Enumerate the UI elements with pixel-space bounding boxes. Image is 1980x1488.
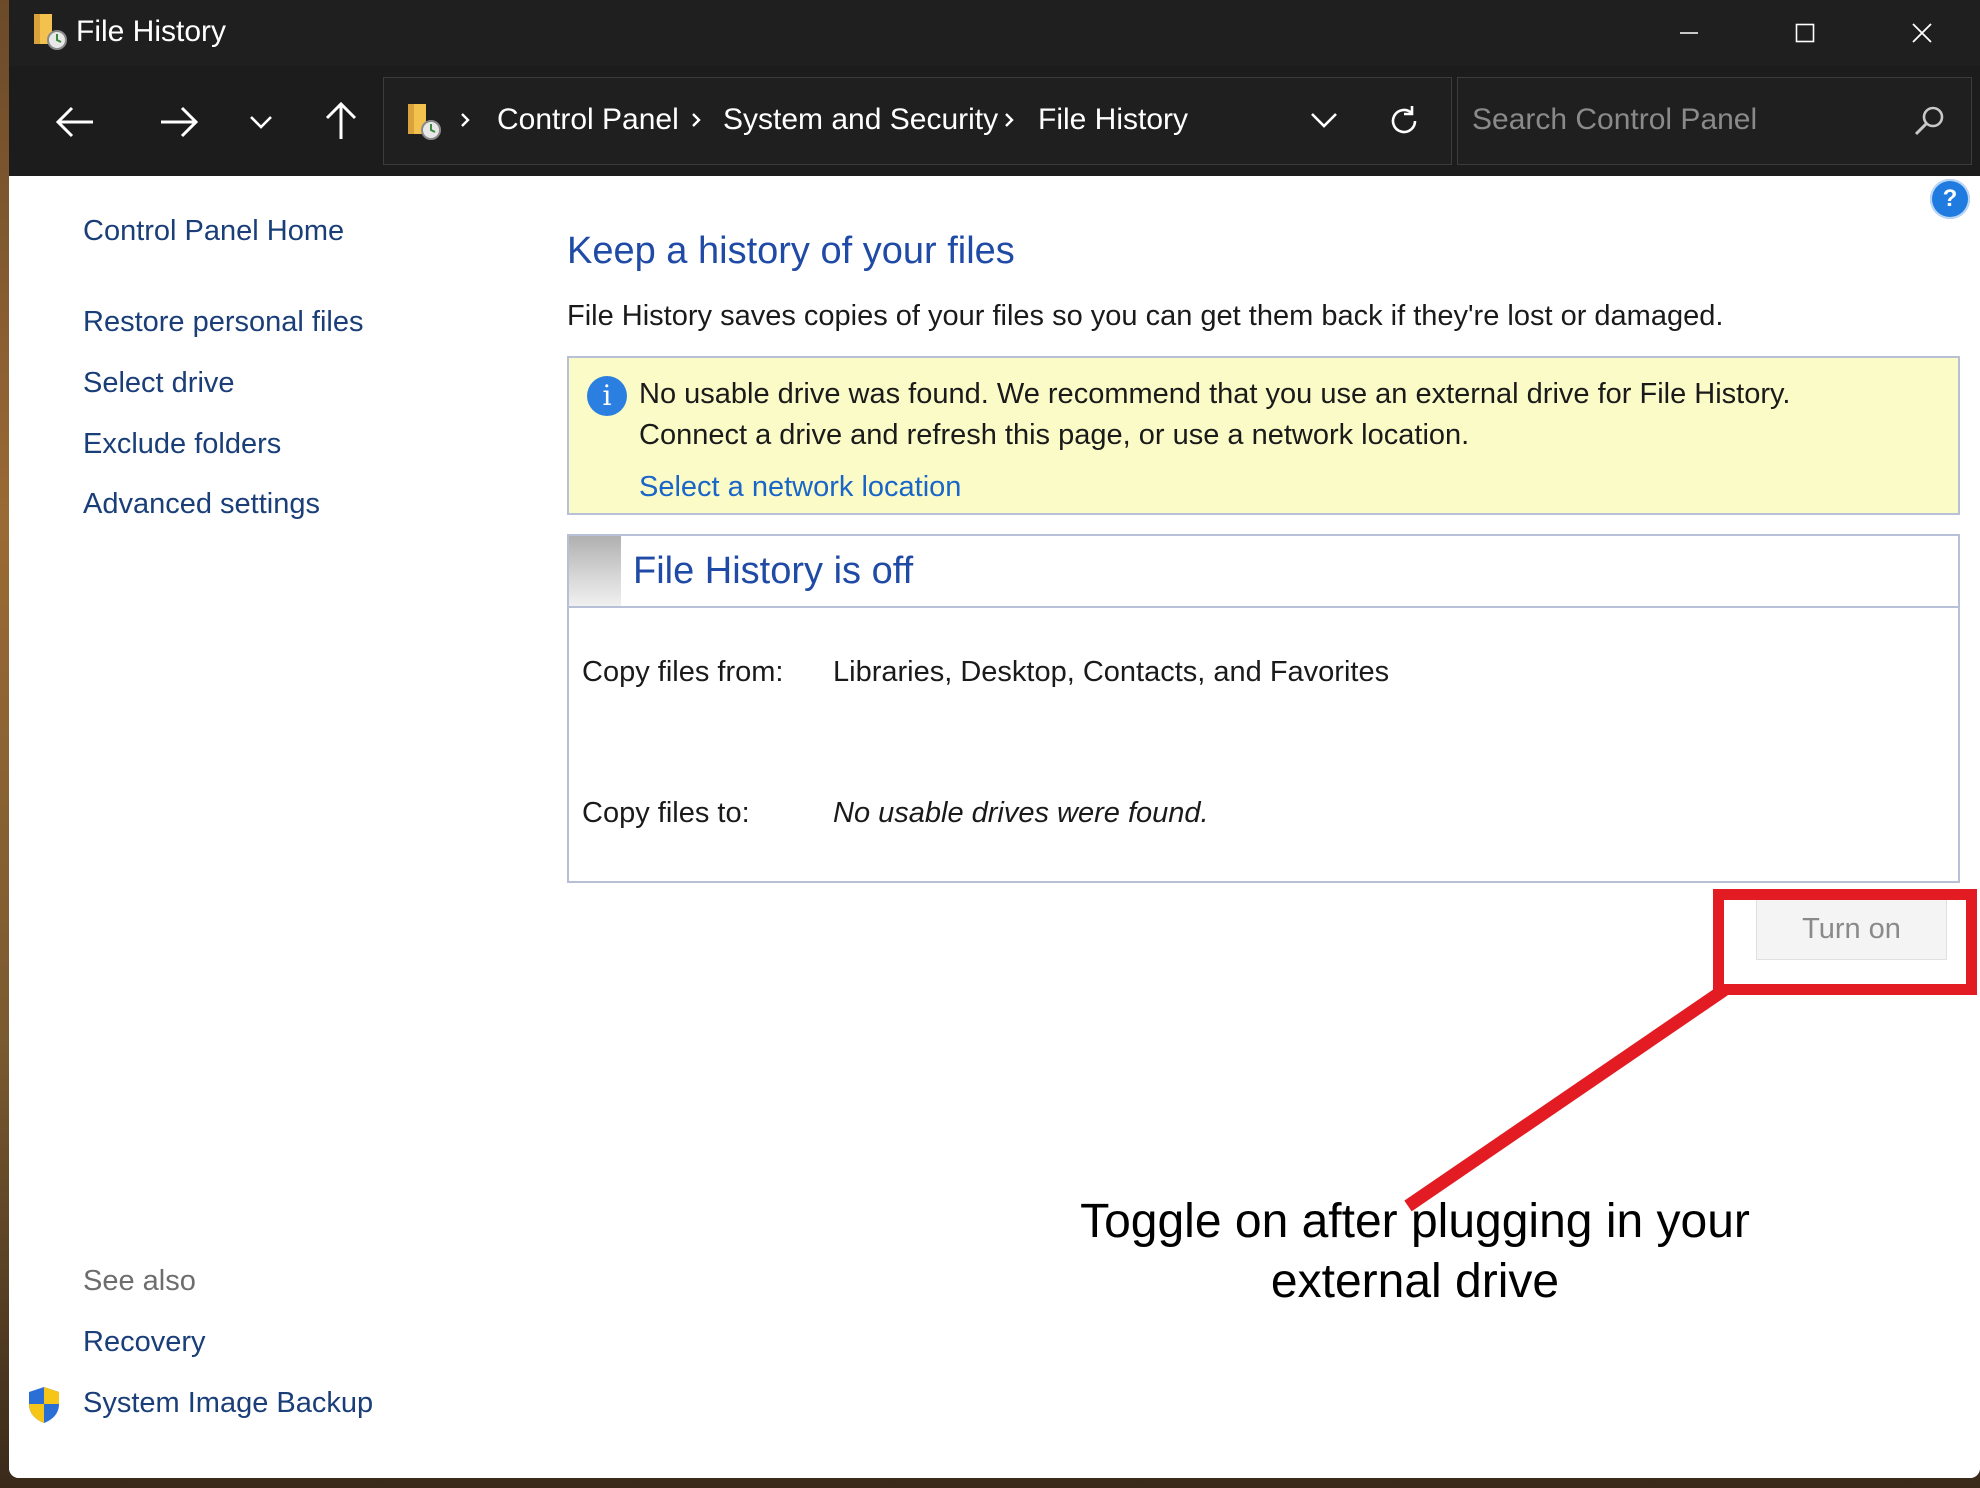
window-title: File History — [76, 15, 227, 48]
annotation-highlight-box — [1713, 889, 1977, 995]
chevron-right-icon — [1005, 113, 1014, 127]
sidebar-select-drive[interactable]: Select drive — [83, 365, 235, 401]
refresh-button[interactable] — [1379, 96, 1429, 146]
search-icon[interactable] — [1913, 104, 1947, 138]
uac-shield-icon — [29, 1387, 59, 1423]
info-message-line1: No usable drive was found. We recommend … — [639, 378, 1791, 410]
select-network-location-link[interactable]: Select a network location — [639, 469, 961, 505]
see-also-label: See also — [83, 1265, 196, 1297]
arrow-up-icon — [325, 101, 357, 139]
help-button[interactable]: ? — [1930, 179, 1970, 219]
status-indicator — [569, 536, 621, 606]
minimize-button[interactable] — [1631, 0, 1747, 66]
close-button[interactable] — [1864, 0, 1980, 66]
refresh-icon — [1391, 106, 1417, 134]
copy-from-label: Copy files from: — [582, 656, 784, 688]
breadcrumb-system-and-security[interactable]: System and Security — [723, 102, 998, 138]
maximize-button[interactable] — [1747, 0, 1863, 66]
chevron-right-icon — [692, 113, 701, 127]
maximize-icon — [1795, 23, 1815, 43]
sidebar-control-panel-home[interactable]: Control Panel Home — [83, 213, 344, 249]
annotation-line1: Toggle on after plugging in your — [1080, 1195, 1750, 1248]
up-button[interactable] — [311, 94, 371, 148]
status-title: File History is off — [633, 550, 914, 592]
copy-to-value: No usable drives were found. — [833, 797, 1209, 829]
back-button[interactable] — [45, 97, 105, 147]
page-description: File History saves copies of your files … — [567, 300, 1724, 332]
see-also-system-image-backup[interactable]: System Image Backup — [83, 1385, 373, 1421]
search-input[interactable]: Search Control Panel — [1472, 102, 1757, 138]
close-icon — [1912, 23, 1932, 43]
file-history-folder-icon — [408, 104, 441, 140]
navigation-bar: Control Panel System and Security File H… — [9, 66, 1980, 176]
chevron-right-icon — [461, 113, 470, 127]
address-bar[interactable]: Control Panel System and Security File H… — [383, 77, 1452, 165]
info-banner: i No usable drive was found. We recommen… — [567, 356, 1960, 515]
see-also-recovery[interactable]: Recovery — [83, 1324, 206, 1360]
page-title: Keep a history of your files — [567, 230, 1015, 272]
arrow-right-icon — [161, 106, 199, 138]
annotation-line2: external drive — [1270, 1255, 1560, 1308]
status-header: File History is off — [569, 536, 1958, 608]
title-bar: File History — [9, 0, 1980, 66]
recent-locations-button[interactable] — [241, 102, 281, 142]
file-history-status-panel: File History is off Copy files from: Lib… — [567, 534, 1960, 883]
address-dropdown-button[interactable] — [1304, 100, 1344, 140]
chevron-down-icon — [1311, 113, 1337, 128]
info-message-line2: Connect a drive and refresh this page, o… — [639, 419, 1470, 451]
search-box[interactable]: Search Control Panel — [1457, 77, 1972, 165]
arrow-left-icon — [55, 106, 93, 138]
breadcrumb-file-history[interactable]: File History — [1038, 102, 1188, 138]
minimize-icon — [1680, 32, 1698, 34]
sidebar-advanced-settings[interactable]: Advanced settings — [83, 486, 320, 522]
forward-button[interactable] — [149, 97, 209, 147]
chevron-down-icon — [250, 116, 272, 129]
copy-from-value: Libraries, Desktop, Contacts, and Favori… — [833, 656, 1390, 688]
breadcrumb-control-panel[interactable]: Control Panel — [497, 102, 679, 138]
annotation-caption: Toggle on after plugging in your externa… — [1030, 1192, 1800, 1312]
copy-to-label: Copy files to: — [582, 797, 750, 829]
sidebar-exclude-folders[interactable]: Exclude folders — [83, 426, 281, 462]
info-icon: i — [587, 376, 627, 416]
file-history-folder-icon — [34, 14, 67, 50]
sidebar-restore-personal-files[interactable]: Restore personal files — [83, 304, 363, 340]
